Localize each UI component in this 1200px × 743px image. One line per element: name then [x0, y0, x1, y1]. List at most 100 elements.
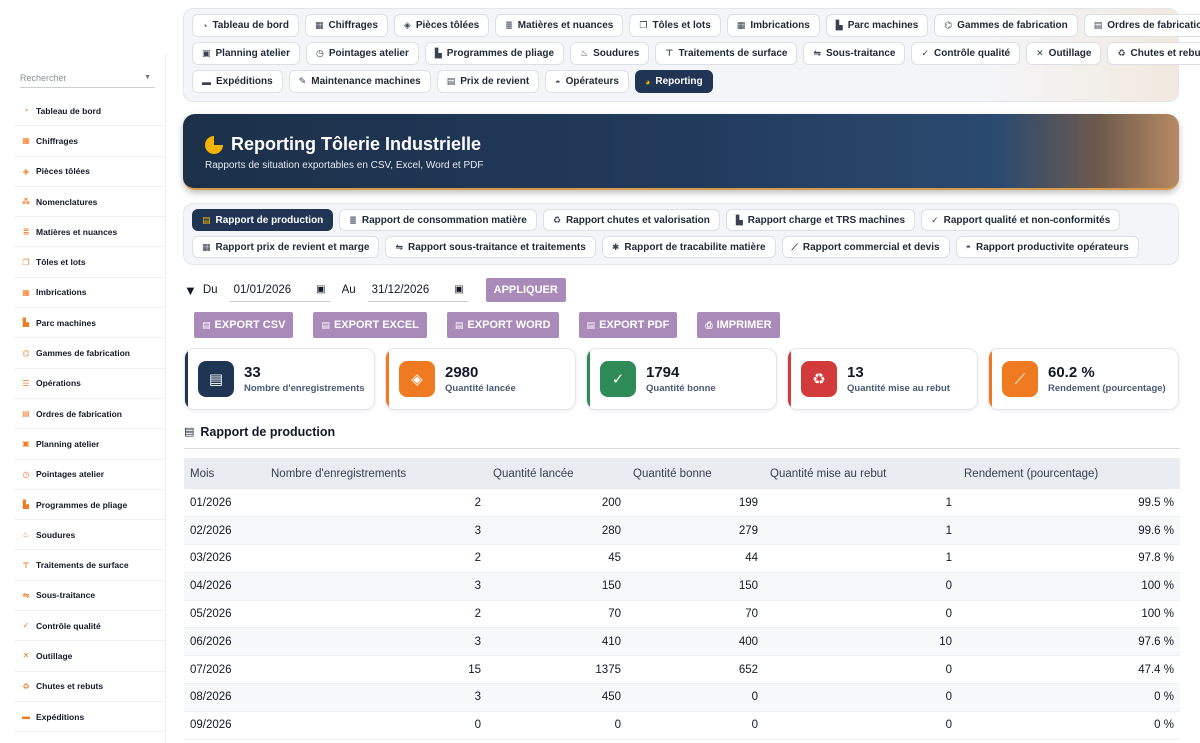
- sidebar-item-gammes-de-fabrication[interactable]: ⌬ Gammes de fabrication: [14, 338, 165, 369]
- nav-button-pieces-tolees[interactable]: ◈ Pièces tôlées: [393, 14, 490, 37]
- table-cell: 1: [764, 516, 958, 546]
- table-cell: 280: [487, 516, 627, 546]
- sidebar-item-pieces-tolees[interactable]: ◈ Pièces tôlées: [14, 157, 165, 187]
- export-word-button[interactable]: ▤ EXPORT WORD: [446, 312, 559, 338]
- nav-button-tableau-de-bord[interactable]: ◔ Tableau de bord: [192, 14, 299, 37]
- tab-rapport-productivite-operateurs[interactable]: ◓ Rapport productivite opérateurs: [955, 236, 1139, 258]
- nav-button-chutes-et-rebuts[interactable]: ♻ Chutes et rebuts: [1107, 42, 1200, 65]
- table-cell: 0: [764, 655, 958, 685]
- page-title-text: Reporting Tôlerie Industrielle: [231, 134, 482, 154]
- nav-button-sous-traitance[interactable]: ⇋ Sous-traitance: [803, 42, 906, 65]
- nav-button-gammes-de-fabrication[interactable]: ⌬ Gammes de fabrication: [934, 14, 1078, 37]
- sidebar-item-chiffrages[interactable]: ▦ Chiffrages: [14, 126, 165, 157]
- nav-button-soudures[interactable]: ♨ Soudures: [570, 42, 650, 65]
- sidebar-item-pointages-atelier[interactable]: ◷ Pointages atelier: [14, 460, 165, 490]
- report-tab-rows: ▤ Rapport de production ≣ Rapport de consom…: [192, 209, 1170, 258]
- kpi-card: ✓ 1794 Quantité bonne: [586, 348, 777, 410]
- fire-icon: ♨: [580, 48, 589, 58]
- sidebar-item-ordres-de-fabrication[interactable]: ▤ Ordres de fabrication: [14, 399, 165, 430]
- sidebar-item-sous-traitance[interactable]: ⇋ Sous-traitance: [14, 581, 165, 612]
- table-cell: 0: [764, 683, 958, 712]
- table-cell: 99.5 %: [958, 489, 1180, 518]
- nav-button-imbrications[interactable]: ▦ Imbrications: [726, 14, 820, 37]
- nav-button-planning-atelier[interactable]: ▣ Planning atelier: [192, 42, 300, 65]
- sidebar-item-parc-machines[interactable]: ▙ Parc machines: [14, 308, 165, 339]
- from-date-input[interactable]: 01/01/2026 ▣: [229, 278, 330, 302]
- to-date-input[interactable]: 31/12/2026 ▣: [367, 278, 468, 302]
- table-cell: 97.6 %: [958, 627, 1180, 657]
- sidebar-item-nomenclatures[interactable]: ⁂ Nomenclatures: [14, 187, 165, 218]
- nav-button-prix-de-revient[interactable]: ▤ Prix de revient: [436, 70, 540, 93]
- calendar-icon[interactable]: ▣: [454, 284, 463, 295]
- handshake-icon: ⇋: [395, 241, 403, 252]
- tab-rapport-charge-et-trs-machines[interactable]: ▙ Rapport charge et TRS machines: [725, 209, 916, 231]
- section-title-text: Rapport de production: [200, 425, 336, 439]
- kpi-text: 1794 Quantité bonne: [646, 364, 716, 394]
- sidebar-item-label: Ordres de fabrication: [36, 408, 122, 419]
- nav-button-reporting[interactable]: ◕ Reporting: [634, 70, 713, 93]
- tab-rapport-de-production[interactable]: ▤ Rapport de production: [192, 209, 334, 231]
- sidebar-item-toles-et-lots[interactable]: ❐ Tôles et lots: [14, 247, 165, 278]
- tab-rapport-prix-de-revient-et-marge[interactable]: ▦ Rapport prix de revient et marge: [192, 236, 380, 258]
- sidebar-item-planning-atelier[interactable]: ▣ Planning atelier: [14, 429, 165, 460]
- nav-button-label: Outillage: [1048, 48, 1092, 59]
- nav-button-toles-et-lots[interactable]: ❐ Tôles et lots: [629, 14, 721, 37]
- sidebar-item-label: Imbrications: [36, 287, 87, 298]
- clipboard-icon: ▤: [22, 409, 30, 419]
- top-nav-row: ▣ Planning atelier ◷ Pointages atelier ▙ Prog…: [192, 42, 1200, 65]
- sidebar-item-expeditions[interactable]: ▬ Expéditions: [14, 702, 165, 733]
- tab-rapport-de-consommation-matiere[interactable]: ≣ Rapport de consommation matière: [339, 209, 537, 231]
- sidebar-item-chutes-et-rebuts[interactable]: ♻ Chutes et rebuts: [14, 672, 165, 702]
- tab-rapport-de-tracabilite-matiere[interactable]: ✱ Rapport de tracabilite matière: [601, 236, 776, 258]
- sidebar-search-placeholder: Rechercher: [20, 72, 67, 83]
- sidebar-item-tableau-de-bord[interactable]: ◔ Tableau de bord: [14, 96, 165, 127]
- sidebar-search-select[interactable]: Rechercher ▼: [20, 68, 155, 88]
- sidebar-item-traitements-de-surface[interactable]: ⊤ Traitements de surface: [14, 550, 165, 581]
- sidebar-item-programmes-de-pliage[interactable]: ▙ Programmes de pliage: [14, 490, 165, 521]
- imprimer-button[interactable]: ⎙ IMPRIMER: [697, 312, 780, 338]
- caret-down-icon: ▼: [144, 74, 151, 81]
- sidebar-item-imbrications[interactable]: ▦ Imbrications: [14, 278, 165, 309]
- layers-icon: ≣: [22, 227, 30, 237]
- sidebar-item-matieres-et-nuances[interactable]: ≣ Matières et nuances: [14, 217, 165, 248]
- sidebar-item-label: Tôles et lots: [36, 257, 86, 268]
- tab-label: Rapport commercial et devis: [802, 241, 940, 253]
- nav-button-matieres-et-nuances[interactable]: ≣ Matières et nuances: [495, 14, 624, 37]
- nav-button-expeditions[interactable]: ▬ Expéditions: [192, 70, 283, 93]
- nav-button-programmes-de-pliage[interactable]: ▙ Programmes de pliage: [424, 42, 565, 65]
- sidebar-item-outillage[interactable]: ✕ Outillage: [14, 641, 165, 672]
- nav-button-operateurs[interactable]: ◓ Opérateurs: [545, 70, 629, 93]
- top-nav-rows: ◔ Tableau de bord ▦ Chiffrages ◈ Pièces tôlée…: [192, 14, 1200, 93]
- export-excel-button[interactable]: ▤ EXPORT EXCEL: [313, 312, 427, 338]
- calendar-icon[interactable]: ▣: [316, 284, 325, 295]
- top-nav-row: ▬ Expéditions ✎ Maintenance machines ▤ Prix d…: [192, 70, 1170, 93]
- tab-rapport-commercial-et-devis[interactable]: ⟋ Rapport commercial et devis: [781, 236, 950, 258]
- table-cell: 150: [487, 572, 627, 601]
- page-subtitle: Rapports de situation exportables en CSV…: [205, 160, 484, 171]
- tab-rapport-qualite-et-non-conformites[interactable]: ✓ Rapport qualité et non-conformités: [921, 209, 1121, 231]
- table-cell: 0 %: [958, 683, 1180, 712]
- tab-rapport-chutes-et-valorisation[interactable]: ♻ Rapport chutes et valorisation: [542, 209, 720, 231]
- fire-icon: ♨: [22, 530, 30, 540]
- table-row: 07/2026 15 1375 652 0 47.4 %: [184, 655, 1180, 685]
- sidebar-item-operations[interactable]: ☰ Opérations: [14, 369, 165, 399]
- calendar-icon: ▣: [22, 439, 30, 449]
- nav-button-maintenance-machines[interactable]: ✎ Maintenance machines: [288, 70, 431, 93]
- export-pdf-button[interactable]: ▤ EXPORT PDF: [578, 312, 678, 338]
- table-cell: 3: [265, 516, 487, 546]
- export-csv-button[interactable]: ▤ EXPORT CSV: [194, 312, 294, 338]
- nav-button-traitements-de-surface[interactable]: ⊤ Traitements de surface: [655, 42, 798, 65]
- nav-button-ordres-de-fabrication[interactable]: ▤ Ordres de fabrication: [1083, 14, 1200, 37]
- sidebar-item-controle-qualite[interactable]: ✓ Contrôle qualité: [14, 611, 165, 642]
- recycle-icon: ♻: [1117, 48, 1126, 58]
- nav-button-outillage[interactable]: ✕ Outillage: [1026, 42, 1102, 65]
- nav-button-parc-machines[interactable]: ▙ Parc machines: [825, 14, 929, 37]
- sidebar-item-soudures[interactable]: ♨ Soudures: [14, 520, 165, 551]
- apply-button[interactable]: APPLIQUER: [485, 278, 566, 302]
- nav-button-chiffrages[interactable]: ▦ Chiffrages: [304, 14, 388, 37]
- nav-button-pointages-atelier[interactable]: ◷ Pointages atelier: [305, 42, 419, 65]
- layers-icon: ≣: [349, 214, 357, 225]
- tab-rapport-sous-traitance-et-traitements[interactable]: ⇋ Rapport sous-traitance et traitements: [385, 236, 596, 258]
- nav-button-controle-qualite[interactable]: ✓ Contrôle qualité: [911, 42, 1021, 65]
- nav-button-label: Sous-traitance: [825, 48, 896, 59]
